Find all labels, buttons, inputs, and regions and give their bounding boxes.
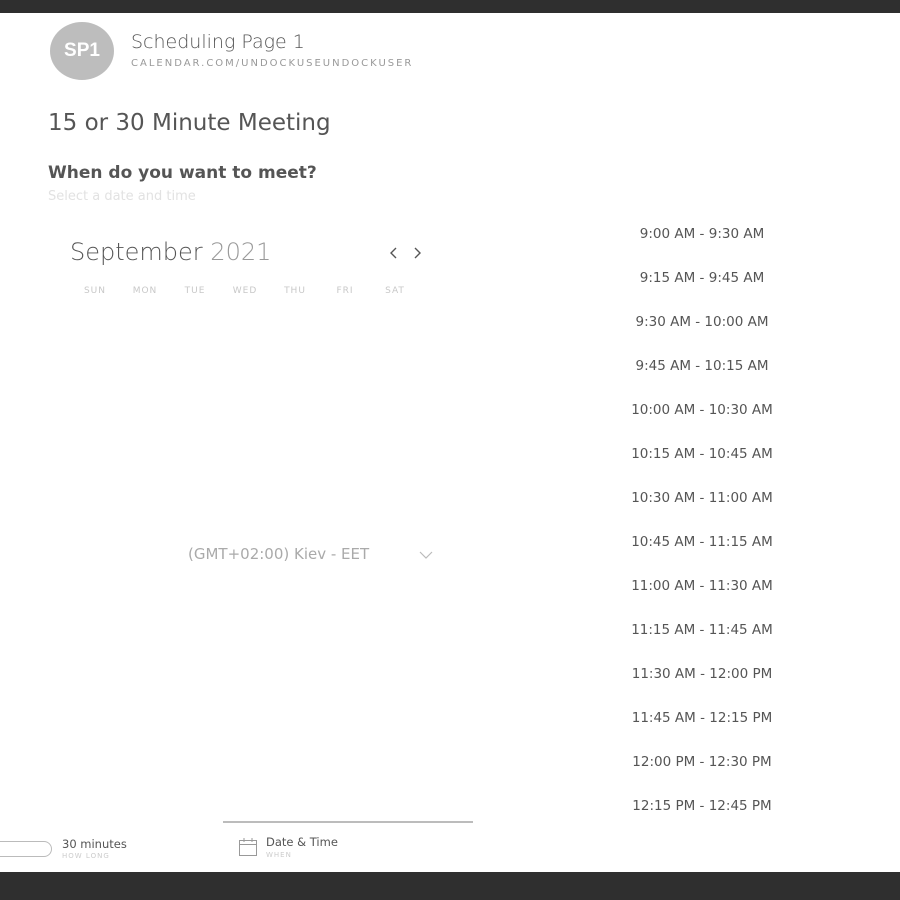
date-time-step-label[interactable]: Date & Time: [266, 835, 338, 849]
avatar: SP1: [50, 22, 114, 80]
time-slot[interactable]: 10:30 AM - 11:00 AM: [612, 484, 792, 512]
next-month-button[interactable]: [409, 243, 425, 263]
meeting-title: 15 or 30 Minute Meeting: [48, 110, 331, 136]
bottom-frame-bar: [0, 872, 900, 900]
chevron-left-icon: [390, 247, 397, 259]
time-slot[interactable]: 9:45 AM - 10:15 AM: [612, 352, 792, 380]
scheduling-page-name: Scheduling Page 1: [131, 31, 305, 53]
calendar-month: September: [70, 238, 203, 266]
timezone-value: (GMT+02:00) Kiev - EET: [188, 545, 370, 563]
weekday-fri: FRI: [336, 286, 354, 296]
top-frame-bar: [0, 0, 900, 13]
time-slot[interactable]: 11:15 AM - 11:45 AM: [612, 616, 792, 644]
weekday-sat: SAT: [385, 286, 405, 296]
weekday-mon: MON: [132, 286, 158, 296]
time-slot[interactable]: 9:30 AM - 10:00 AM: [612, 308, 792, 336]
time-slot[interactable]: 11:45 AM - 12:15 PM: [612, 704, 792, 732]
weekday-header: SUN MON TUE WED THU FRI SAT: [70, 286, 420, 298]
time-slot[interactable]: 11:30 AM - 12:00 PM: [612, 660, 792, 688]
meeting-question: When do you want to meet?: [48, 163, 317, 183]
scheduling-page-url: CALENDAR.COM/UNDOCKUSEUNDOCKUSER: [131, 58, 414, 69]
calendar-year: 2021: [210, 238, 272, 266]
time-slot[interactable]: 9:15 AM - 9:45 AM: [612, 264, 792, 292]
date-time-step-sublabel: WHEN: [266, 851, 292, 859]
time-slot[interactable]: 12:00 PM - 12:30 PM: [612, 748, 792, 776]
select-hint: Select a date and time: [48, 189, 196, 204]
duration-step-label: 30 minutes: [62, 837, 127, 851]
chevron-down-icon: [419, 551, 433, 559]
time-slot[interactable]: 11:00 AM - 11:30 AM: [612, 572, 792, 600]
time-slot[interactable]: 10:45 AM - 11:15 AM: [612, 528, 792, 556]
duration-step-pill[interactable]: [0, 841, 52, 857]
previous-month-button[interactable]: [386, 243, 402, 263]
time-slot[interactable]: 12:15 PM - 12:45 PM: [612, 792, 792, 820]
duration-step-sublabel: HOW LONG: [62, 852, 110, 860]
weekday-tue: TUE: [184, 286, 206, 296]
timezone-select[interactable]: (GMT+02:00) Kiev - EET: [188, 545, 436, 565]
weekday-thu: THU: [284, 286, 306, 296]
time-slot[interactable]: 10:15 AM - 10:45 AM: [612, 440, 792, 468]
time-slot[interactable]: 9:00 AM - 9:30 AM: [612, 220, 792, 248]
calendar-icon: [239, 838, 257, 856]
active-step-indicator: [223, 821, 473, 823]
chevron-right-icon: [414, 247, 421, 259]
calendar-month-label: September 2021: [70, 238, 271, 266]
time-slot[interactable]: 10:00 AM - 10:30 AM: [612, 396, 792, 424]
weekday-sun: SUN: [83, 286, 107, 296]
weekday-wed: WED: [232, 286, 258, 296]
